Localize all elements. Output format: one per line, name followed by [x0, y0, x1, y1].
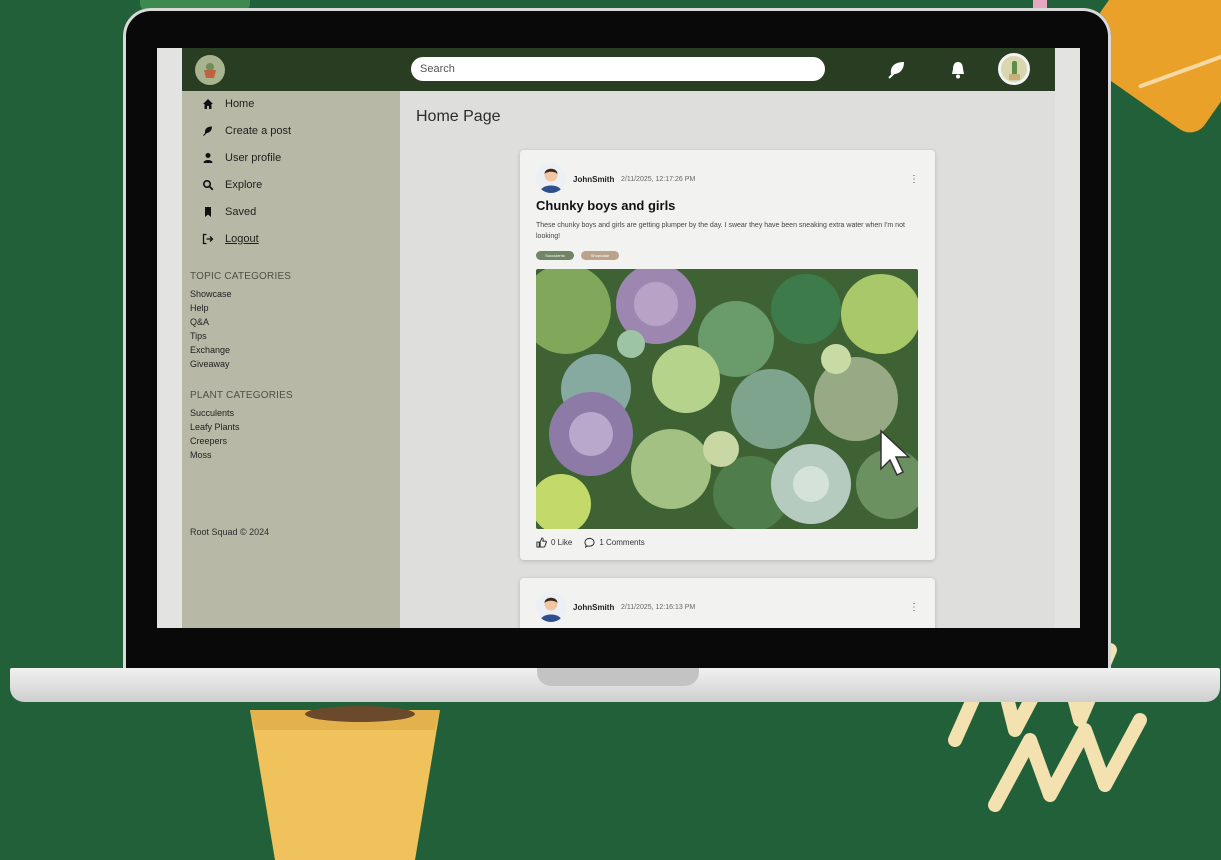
app-screen: Home Create a post User profile Explore …	[157, 48, 1080, 628]
decorative-plant-pot	[250, 690, 440, 860]
category-link-exchange[interactable]: Exchange	[190, 343, 232, 357]
post-date: 2/11/2025, 12:17:26 PM	[621, 176, 696, 183]
more-options-icon[interactable]: ⋮	[909, 602, 919, 613]
post-author-name[interactable]: JohnSmith	[573, 603, 614, 612]
post-author-name[interactable]: JohnSmith	[573, 175, 614, 184]
bell-icon[interactable]	[947, 59, 969, 81]
bookmark-icon	[200, 205, 216, 219]
laptop-notch	[537, 668, 699, 686]
category-link-creepers[interactable]: Creepers	[190, 434, 240, 448]
sidebar-item-label: Explore	[225, 179, 263, 191]
sidebar-footer: Root Squad © 2024	[190, 527, 270, 537]
post-author-avatar[interactable]	[536, 592, 566, 622]
mouse-cursor-icon	[880, 429, 911, 477]
person-avatar-icon	[540, 168, 562, 193]
leaf-icon	[200, 124, 216, 138]
top-bar	[182, 48, 1055, 91]
post-body: These chunky boys and girls are getting …	[536, 222, 905, 240]
screen-margin-left	[157, 48, 182, 628]
person-avatar-icon	[540, 597, 562, 622]
category-link-leafy-plants[interactable]: Leafy Plants	[190, 420, 240, 434]
category-link-giveaway[interactable]: Giveaway	[190, 357, 232, 371]
leaf-icon[interactable]	[886, 59, 908, 81]
main-content: Home Page JohnSmith 2/11/2025, 12:17:26 …	[400, 91, 1055, 628]
home-icon	[200, 97, 216, 111]
sidebar-item-logout[interactable]: Logout	[200, 230, 259, 248]
cactus-avatar-icon	[1009, 61, 1020, 80]
sidebar-item-create-post[interactable]: Create a post	[200, 122, 291, 140]
sidebar-item-label: User profile	[225, 152, 282, 164]
sidebar-item-user-profile[interactable]: User profile	[200, 149, 281, 167]
post-date: 2/11/2025, 12:16:13 PM	[621, 604, 696, 611]
post-card[interactable]: JohnSmith 2/11/2025, 12:16:13 PM ⋮	[520, 578, 935, 628]
comment-count[interactable]: 1 Comments	[599, 538, 644, 547]
search-input[interactable]	[411, 57, 825, 81]
post-image-succulents[interactable]	[536, 269, 918, 529]
more-options-icon[interactable]: ⋮	[909, 174, 919, 185]
sidebar-item-label: Home	[225, 98, 255, 110]
app-logo[interactable]	[195, 55, 225, 85]
category-link-tips[interactable]: Tips	[190, 329, 232, 343]
sidebar: Home Create a post User profile Explore …	[182, 91, 400, 628]
topic-categories-list: Showcase Help Q&A Tips Exchange Giveaway	[190, 287, 232, 371]
user-avatar[interactable]	[998, 53, 1030, 85]
post-card[interactable]: JohnSmith 2/11/2025, 12:17:26 PM ⋮ Chunk…	[520, 150, 935, 560]
sidebar-item-label: Create a post	[225, 125, 292, 137]
post-author-avatar[interactable]	[536, 163, 566, 193]
user-icon	[200, 151, 216, 165]
succulent-photo	[536, 269, 918, 529]
comment-icon[interactable]	[584, 537, 595, 548]
sidebar-item-saved[interactable]: Saved	[200, 203, 256, 221]
thumbs-up-icon[interactable]	[536, 536, 547, 548]
page-title: Home Page	[416, 108, 501, 125]
plant-pot-icon	[204, 63, 216, 78]
post-actions: 0 Like 1 Comments	[536, 535, 645, 549]
sidebar-item-label: Logout	[225, 233, 259, 245]
category-link-succulents[interactable]: Succulents	[190, 406, 240, 420]
sidebar-item-explore[interactable]: Explore	[200, 176, 262, 194]
plant-categories-list: Succulents Leafy Plants Creepers Moss	[190, 406, 240, 462]
like-count[interactable]: 0 Like	[551, 538, 572, 547]
post-tag-showcase[interactable]: Showcase	[581, 251, 619, 260]
category-link-qa[interactable]: Q&A	[190, 315, 232, 329]
post-title[interactable]: Chunky boys and girls	[536, 198, 675, 213]
search-icon	[200, 178, 216, 192]
logout-icon	[200, 232, 216, 246]
screen-margin-right	[1055, 48, 1080, 628]
category-link-moss[interactable]: Moss	[190, 448, 240, 462]
sidebar-item-home[interactable]: Home	[200, 95, 254, 113]
category-link-help[interactable]: Help	[190, 301, 232, 315]
category-link-showcase[interactable]: Showcase	[190, 287, 232, 301]
topic-categories-title: TOPIC CATEGORIES	[190, 271, 292, 282]
plant-categories-title: PLANT CATEGORIES	[190, 390, 293, 401]
sidebar-item-label: Saved	[225, 206, 257, 218]
post-tag-succulents[interactable]: Succulents	[536, 251, 574, 260]
